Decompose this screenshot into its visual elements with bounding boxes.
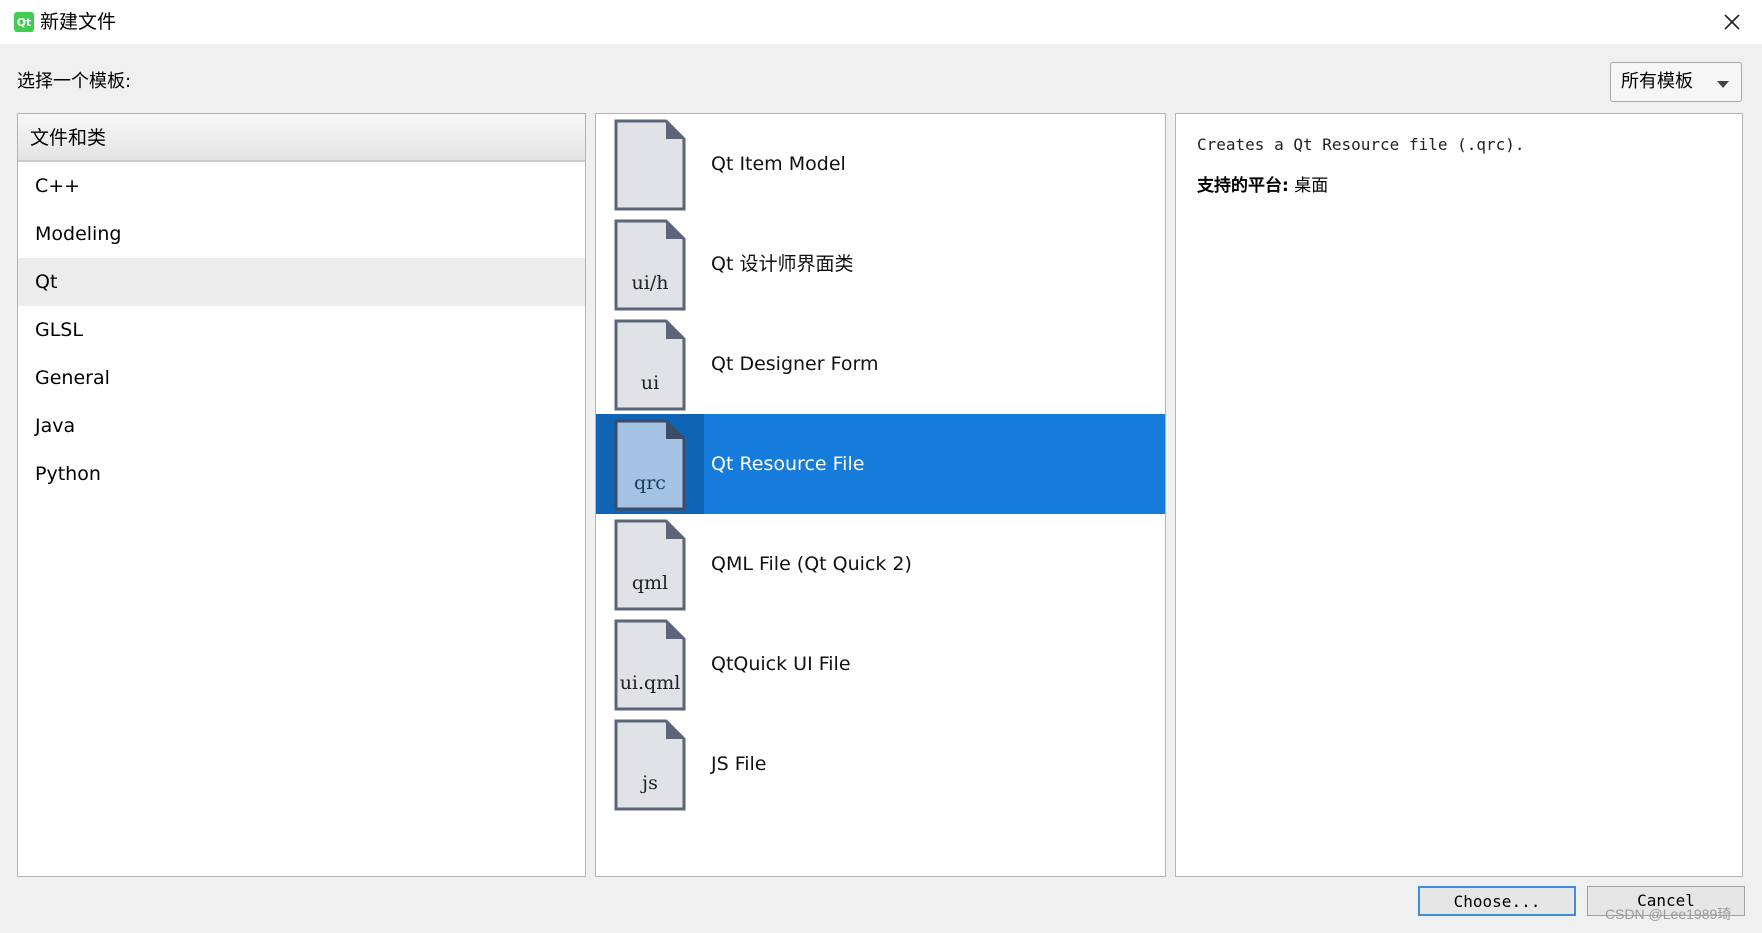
file-icon bbox=[614, 519, 686, 611]
chevron-down-icon bbox=[1717, 81, 1729, 88]
template-name: QtQuick UI File bbox=[711, 653, 851, 675]
category-panel: 文件和类 C++ Modeling Qt GLSL General Java Python bbox=[17, 113, 586, 877]
file-extension-label: qrc bbox=[634, 472, 666, 494]
category-item-general[interactable]: General bbox=[18, 354, 585, 402]
template-description: Creates a Qt Resource file (.qrc). bbox=[1197, 135, 1525, 154]
title-bar: Qt 新建文件 bbox=[0, 0, 1762, 44]
file-extension-label: js bbox=[642, 772, 658, 794]
category-item-c-[interactable]: C++ bbox=[18, 162, 585, 210]
choose-button[interactable]: Choose... bbox=[1418, 886, 1576, 916]
template-filter-combo[interactable]: 所有模板 bbox=[1610, 62, 1742, 102]
close-button[interactable] bbox=[1702, 0, 1762, 44]
category-item-modeling[interactable]: Modeling bbox=[18, 210, 585, 258]
template-item[interactable]: ui/h Qt 设计师界面类 bbox=[596, 214, 1165, 314]
template-item[interactable]: ui.qml QtQuick UI File bbox=[596, 614, 1165, 714]
category-list: C++ Modeling Qt GLSL General Java Python bbox=[18, 162, 585, 498]
template-item[interactable]: Qt Item Model bbox=[596, 114, 1165, 214]
category-header: 文件和类 bbox=[18, 114, 585, 162]
close-icon bbox=[1724, 14, 1740, 30]
template-name: QML File (Qt Quick 2) bbox=[711, 553, 912, 575]
template-item[interactable]: qml QML File (Qt Quick 2) bbox=[596, 514, 1165, 614]
template-name: Qt Designer Form bbox=[711, 353, 879, 375]
details-panel: Creates a Qt Resource file (.qrc). 支持的平台… bbox=[1175, 113, 1743, 877]
select-template-label: 选择一个模板: bbox=[17, 71, 132, 92]
template-list: Qt Item Model ui/h Qt 设计师界面类 ui Qt Designer … bbox=[596, 114, 1165, 814]
qt-app-icon: Qt bbox=[14, 12, 34, 32]
file-icon bbox=[614, 219, 686, 311]
file-icon bbox=[614, 319, 686, 411]
watermark: CSDN @Lee1989琦 bbox=[1605, 906, 1732, 922]
category-item-qt[interactable]: Qt bbox=[18, 258, 585, 306]
category-item-python[interactable]: Python bbox=[18, 450, 585, 498]
template-name: Qt Item Model bbox=[711, 153, 846, 175]
file-icon bbox=[614, 719, 686, 811]
file-extension-label: ui/h bbox=[631, 272, 669, 294]
platform-value: 桌面 bbox=[1294, 176, 1329, 196]
template-panel: Qt Item Model ui/h Qt 设计师界面类 ui Qt Designer … bbox=[595, 113, 1166, 877]
file-extension-label: ui bbox=[640, 372, 660, 394]
category-item-glsl[interactable]: GLSL bbox=[18, 306, 585, 354]
file-icon bbox=[614, 419, 686, 511]
template-name: JS File bbox=[711, 753, 767, 775]
category-item-java[interactable]: Java bbox=[18, 402, 585, 450]
template-filter-value: 所有模板 bbox=[1621, 71, 1693, 92]
window-title: 新建文件 bbox=[40, 11, 117, 33]
supported-platforms: 支持的平台: 桌面 bbox=[1197, 174, 1328, 198]
template-item[interactable]: ui Qt Designer Form bbox=[596, 314, 1165, 414]
template-item[interactable]: js JS File bbox=[596, 714, 1165, 814]
file-icon bbox=[614, 619, 686, 711]
platform-label: 支持的平台: bbox=[1197, 176, 1289, 196]
file-icon bbox=[614, 119, 686, 211]
template-name: Qt Resource File bbox=[711, 453, 865, 475]
template-item[interactable]: qrc Qt Resource File bbox=[596, 414, 1165, 514]
template-name: Qt 设计师界面类 bbox=[711, 253, 854, 275]
file-extension-label: ui.qml bbox=[619, 672, 681, 694]
file-extension-label: qml bbox=[631, 572, 669, 594]
